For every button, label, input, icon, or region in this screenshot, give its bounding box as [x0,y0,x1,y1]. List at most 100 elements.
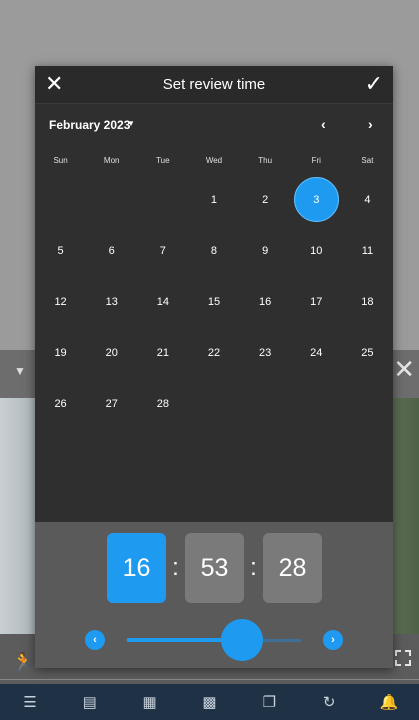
weekday-label: Thu [258,156,273,165]
window-icon[interactable]: ❐ [259,693,279,711]
calendar-day-number: 13 [105,295,118,308]
calendar-day-number: 18 [361,295,374,308]
calendar-day-number: 11 [361,244,374,257]
calendar-day[interactable]: 7 [137,225,188,276]
slider-increment-button[interactable]: › [323,630,343,650]
calendar-day-number: 24 [310,346,323,359]
calendar-day[interactable]: 14 [137,276,188,327]
next-month-button[interactable]: › [368,116,373,132]
rotate-icon[interactable]: ↻ [319,693,339,711]
calendar-day[interactable]: 16 [240,276,291,327]
time-panel: 16 : 53 : 28 ‹ › [35,522,393,668]
time-selector: 16 : 53 : 28 [107,533,322,603]
calendar-grid: 1 2 3 4 5 6 7 8 9 10 11 12 13 14 15 16 17 18 19 20 21 22 23 24 2… [35,174,393,429]
weekday-label: Mon [103,156,120,165]
weekday-label: Fri [311,156,321,165]
dialog-title: Set review time [162,76,266,93]
calendar-day-number: 5 [57,244,64,257]
slider-decrement-button[interactable]: ‹ [85,630,105,650]
calendar-day-number: 3 [293,177,339,222]
layout-multi-icon[interactable]: ▩ [199,693,219,711]
calendar-day[interactable]: 24 [291,327,342,378]
calendar-day-number: 8 [210,244,218,257]
time-slider-row: ‹ › [35,619,393,662]
calendar-day-number: 25 [361,346,374,359]
layout-grid-icon[interactable]: ▦ [140,693,160,711]
layout-single-icon[interactable]: ▤ [80,693,100,711]
calendar-day-number: 17 [310,295,323,308]
caret-down-icon[interactable]: ▼ [127,119,135,128]
calendar-day-number: 6 [108,244,115,257]
weekday-header: Sun Mon Tue Wed Thu Fri Sat [35,156,393,165]
time-slider-thumb[interactable] [220,619,263,661]
calendar-day[interactable]: 9 [240,225,291,276]
caret-down-icon: ▼ [14,364,26,378]
calendar-day[interactable]: 18 [342,276,393,327]
calendar-day-number: 10 [310,244,323,257]
menu-icon[interactable]: ☰ [20,693,40,711]
calendar-day[interactable]: 1 [188,174,239,225]
confirm-button[interactable]: ✓ [365,71,383,97]
calendar-day[interactable]: 15 [188,276,239,327]
calendar-day[interactable]: 4 [342,174,393,225]
calendar-day[interactable]: 11 [342,225,393,276]
calendar-day-number: 28 [156,397,169,410]
second-field[interactable]: 28 [263,533,322,603]
calendar-day-number: 4 [364,193,371,206]
hour-field[interactable]: 16 [107,533,166,603]
calendar-day[interactable]: 23 [240,327,291,378]
calendar-day-number: 23 [259,346,272,359]
calendar-day[interactable]: 27 [86,378,137,429]
calendar-day[interactable]: 26 [35,378,86,429]
timeline-ticks [0,679,419,680]
calendar-day[interactable]: 17 [291,276,342,327]
close-icon: ✕ [393,354,415,384]
calendar-day-number: 14 [156,295,169,308]
calendar-day-number: 19 [54,346,67,359]
fullscreen-icon [395,650,411,666]
calendar-day[interactable]: 12 [35,276,86,327]
calendar-day[interactable]: 19 [35,327,86,378]
calendar-empty-cell [137,174,188,225]
previous-month-button[interactable]: ‹ [321,116,326,132]
calendar-day[interactable]: 25 [342,327,393,378]
calendar-day-number: 2 [262,193,269,206]
calendar-day-number: 20 [105,346,118,359]
calendar-day-number: 15 [207,295,221,308]
calendar-day[interactable]: 22 [188,327,239,378]
calendar-day-number: 22 [207,346,221,359]
weekday-label: Sat [361,156,374,165]
calendar-day[interactable]: 13 [86,276,137,327]
calendar-day-number: 7 [159,244,166,257]
calendar-day[interactable]: 5 [35,225,86,276]
review-time-dialog: ✕ Set review time ✓ February 2023 ▼ ‹ › … [35,66,393,668]
calendar-empty-cell [86,174,137,225]
calendar-day[interactable]: 20 [86,327,137,378]
calendar-day[interactable]: 2 [240,174,291,225]
month-navigation: February 2023 ▼ ‹ › [35,112,393,138]
calendar-day[interactable]: 28 [137,378,188,429]
bell-icon[interactable]: 🔔 [379,693,399,711]
calendar-day[interactable]: 8 [188,225,239,276]
calendar-day-number: 12 [54,295,67,308]
calendar-day-number: 21 [156,346,169,359]
time-separator: : [172,554,179,581]
calendar-empty-cell [35,174,86,225]
month-selector[interactable]: February 2023 [49,118,130,132]
calendar-day-number: 26 [54,397,67,410]
weekday-label: Sun [53,156,68,165]
calendar-day-number: 1 [210,193,218,206]
calendar-day[interactable]: 21 [137,327,188,378]
weekday-label: Wed [205,156,223,165]
calendar-day-number: 9 [262,244,269,257]
motion-icon: 🏃 [12,652,35,672]
time-separator: : [250,554,257,581]
calendar-day-number: 27 [105,397,118,410]
bottom-toolbar: ☰ ▤ ▦ ▩ ❐ ↻ 🔔 [0,684,419,720]
dialog-header: ✕ Set review time ✓ [35,66,393,104]
calendar-day[interactable]: 10 [291,225,342,276]
calendar-day-selected[interactable]: 3 [291,174,342,225]
weekday-label: Tue [156,156,170,165]
minute-field[interactable]: 53 [185,533,244,603]
calendar-day[interactable]: 6 [86,225,137,276]
